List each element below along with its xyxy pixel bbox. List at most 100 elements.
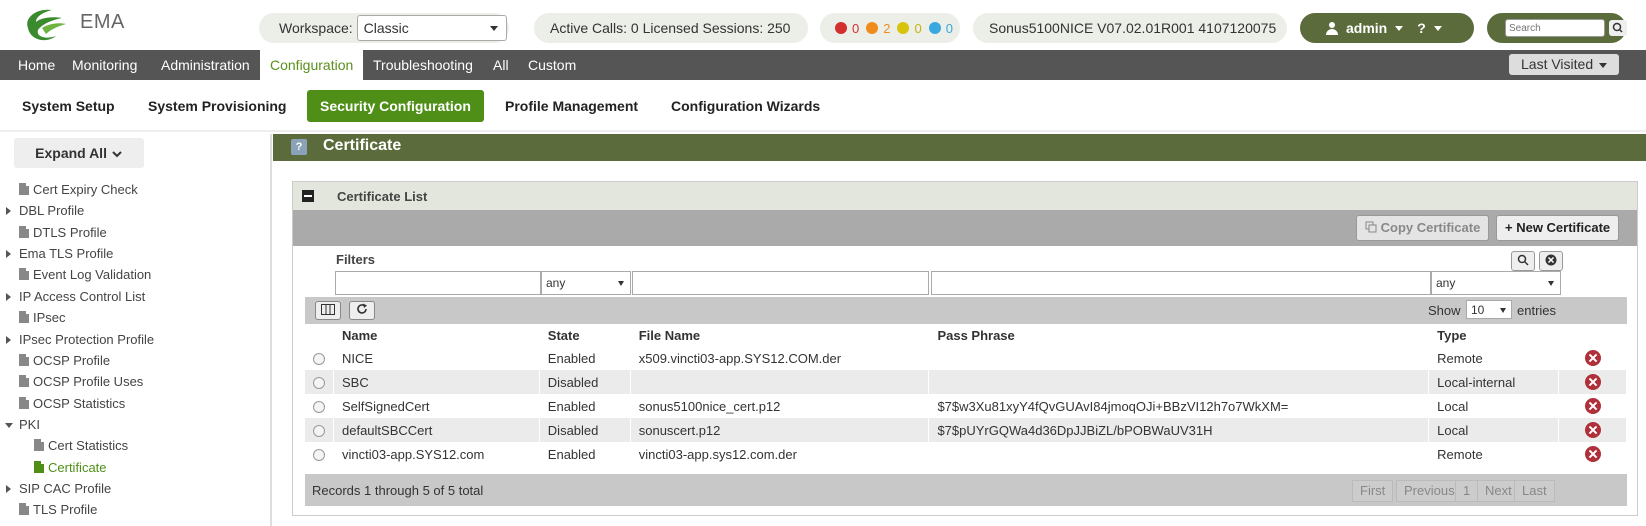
- tab-security-configuration[interactable]: Security Configuration: [307, 90, 484, 122]
- column-chooser-button[interactable]: [315, 301, 341, 320]
- user-icon: [1326, 21, 1338, 35]
- delete-icon[interactable]: [1584, 446, 1601, 462]
- delete-icon[interactable]: [1584, 350, 1601, 366]
- row-select-radio[interactable]: [313, 448, 325, 461]
- delete-icon[interactable]: [1584, 374, 1601, 390]
- sidebar-item-ema-tls-profile[interactable]: Ema TLS Profile: [6, 245, 113, 263]
- column-header-pass-phrase[interactable]: Pass Phrase: [928, 324, 1430, 346]
- expand-arrow-icon[interactable]: [6, 293, 11, 301]
- expand-arrow-icon[interactable]: [6, 250, 11, 258]
- pager-previous[interactable]: Previous: [1396, 480, 1463, 502]
- copy-icon: [1365, 221, 1377, 233]
- nav-monitoring[interactable]: Monitoring: [62, 50, 147, 80]
- new-certificate-button[interactable]: + New Certificate: [1496, 215, 1620, 241]
- delete-icon[interactable]: [1584, 398, 1601, 414]
- table-row[interactable]: SelfSignedCert Enabled sonus5100nice_cer…: [305, 394, 1627, 418]
- sidebar-item-label: Certificate: [48, 460, 107, 475]
- chevron-down-icon: [489, 26, 498, 31]
- sidebar-item-certificate[interactable]: Certificate: [34, 459, 107, 477]
- sessions-pill: Active Calls: 0 Licensed Sessions: 250: [534, 13, 808, 43]
- tab-configuration-wizards[interactable]: Configuration Wizards: [658, 90, 833, 122]
- sidebar-item-ocsp-profile-uses[interactable]: OCSP Profile Uses: [19, 373, 143, 391]
- type-filter-select[interactable]: any: [1431, 271, 1561, 295]
- help-icon[interactable]: ?: [291, 139, 307, 155]
- workspace-select[interactable]: Classic: [356, 15, 507, 41]
- sidebar-item-ipsec-protection-profile[interactable]: IPsec Protection Profile: [6, 331, 154, 349]
- column-header-name[interactable]: Name: [333, 324, 540, 346]
- sidebar-item-ip-access-control-list[interactable]: IP Access Control List: [6, 288, 145, 306]
- show-label: Show: [1428, 303, 1461, 318]
- clear-filter-button[interactable]: [1539, 251, 1563, 271]
- filters-label: Filters: [336, 252, 376, 267]
- table-row[interactable]: vincti03-app.SYS12.com Enabled vincti03-…: [305, 442, 1627, 466]
- last-visited-menu[interactable]: Last Visited: [1509, 54, 1619, 75]
- sidebar-item-pki[interactable]: PKI: [5, 416, 40, 434]
- nav-home[interactable]: Home: [8, 50, 65, 80]
- sidebar-item-label: OCSP Profile: [33, 353, 111, 368]
- nav-configuration[interactable]: Configuration: [260, 50, 364, 80]
- column-header-file-name[interactable]: File Name: [630, 324, 930, 346]
- cell-type: Remote: [1428, 442, 1560, 466]
- row-select-radio[interactable]: [313, 424, 325, 437]
- tab-system-provisioning[interactable]: System Provisioning: [135, 90, 299, 122]
- cell-file-name: [630, 370, 930, 394]
- sidebar-item-dbl-profile[interactable]: DBL Profile: [6, 202, 84, 220]
- collapse-icon[interactable]: [302, 190, 314, 202]
- chevron-down-icon: [112, 151, 122, 158]
- help-menu[interactable]: ?: [1417, 20, 1426, 36]
- column-header-state[interactable]: State: [539, 324, 631, 346]
- pass-phrase-filter-input[interactable]: [931, 271, 1431, 295]
- chevron-down-icon: [1599, 63, 1607, 68]
- state-filter-value: any: [546, 276, 566, 290]
- row-select-radio[interactable]: [313, 352, 325, 365]
- table-row[interactable]: defaultSBCCert Disabled sonuscert.p12 $7…: [305, 418, 1627, 442]
- sidebar-item-cert-expiry-check[interactable]: Cert Expiry Check: [19, 181, 138, 199]
- expand-arrow-icon[interactable]: [6, 336, 11, 344]
- file-name-filter-input[interactable]: [632, 271, 929, 295]
- pager-last[interactable]: Last: [1514, 480, 1555, 502]
- page-size-select[interactable]: 10: [1466, 300, 1512, 319]
- sidebar-item-cert-statistics[interactable]: Cert Statistics: [34, 437, 128, 455]
- name-filter-input[interactable]: [335, 271, 541, 295]
- user-menu[interactable]: admin ?: [1300, 13, 1474, 43]
- tab-system-setup[interactable]: System Setup: [9, 90, 128, 122]
- nav-administration[interactable]: Administration: [151, 50, 260, 80]
- tab-profile-management[interactable]: Profile Management: [492, 90, 651, 122]
- sidebar-item-tls-profile[interactable]: TLS Profile: [19, 501, 97, 519]
- major-alarm-count: 2: [883, 20, 891, 36]
- sidebar-item-sip-cac-profile[interactable]: SIP CAC Profile: [6, 480, 111, 498]
- expand-arrow-icon[interactable]: [6, 485, 11, 493]
- alarm-summary[interactable]: 0 2 0 0: [820, 13, 960, 43]
- pager-page-1[interactable]: 1: [1455, 480, 1479, 502]
- row-select-radio[interactable]: [313, 376, 325, 389]
- sidebar-item-event-log-validation[interactable]: Event Log Validation: [19, 266, 151, 284]
- collapse-arrow-icon[interactable]: [5, 423, 13, 428]
- sub-nav: System Setup System Provisioning Securit…: [0, 80, 1646, 132]
- delete-icon[interactable]: [1584, 422, 1601, 438]
- nav-troubleshooting[interactable]: Troubleshooting: [363, 50, 483, 80]
- nav-custom[interactable]: Custom: [518, 50, 586, 80]
- column-header-type[interactable]: Type: [1428, 324, 1560, 346]
- sidebar-item-dtls-profile[interactable]: DTLS Profile: [19, 224, 107, 242]
- refresh-button[interactable]: [349, 301, 375, 320]
- cell-name: NICE: [333, 346, 540, 370]
- table-row[interactable]: NICE Enabled x509.vincti03-app.SYS12.COM…: [305, 346, 1627, 370]
- row-select-radio[interactable]: [313, 400, 325, 413]
- nav-all[interactable]: All: [483, 50, 519, 80]
- sidebar-item-ipsec[interactable]: IPsec: [19, 309, 66, 327]
- state-filter-select[interactable]: any: [541, 271, 631, 295]
- pager-first[interactable]: First: [1352, 480, 1394, 502]
- sidebar-item-ocsp-statistics[interactable]: OCSP Statistics: [19, 395, 125, 413]
- expand-arrow-icon[interactable]: [6, 207, 11, 215]
- copy-certificate-button[interactable]: Copy Certificate: [1356, 215, 1490, 241]
- table-row[interactable]: SBC Disabled Local-internal: [305, 370, 1627, 394]
- sidebar-item-label: Event Log Validation: [33, 267, 152, 282]
- search-input[interactable]: [1505, 19, 1605, 37]
- entries-label: entries: [1517, 303, 1557, 318]
- new-certificate-label: + New Certificate: [1505, 220, 1611, 235]
- search-button[interactable]: [1609, 20, 1627, 36]
- expand-all-button[interactable]: Expand All: [14, 138, 144, 168]
- cell-state: Enabled: [539, 394, 631, 418]
- sidebar-item-ocsp-profile[interactable]: OCSP Profile: [19, 352, 110, 370]
- apply-filter-button[interactable]: [1511, 251, 1535, 271]
